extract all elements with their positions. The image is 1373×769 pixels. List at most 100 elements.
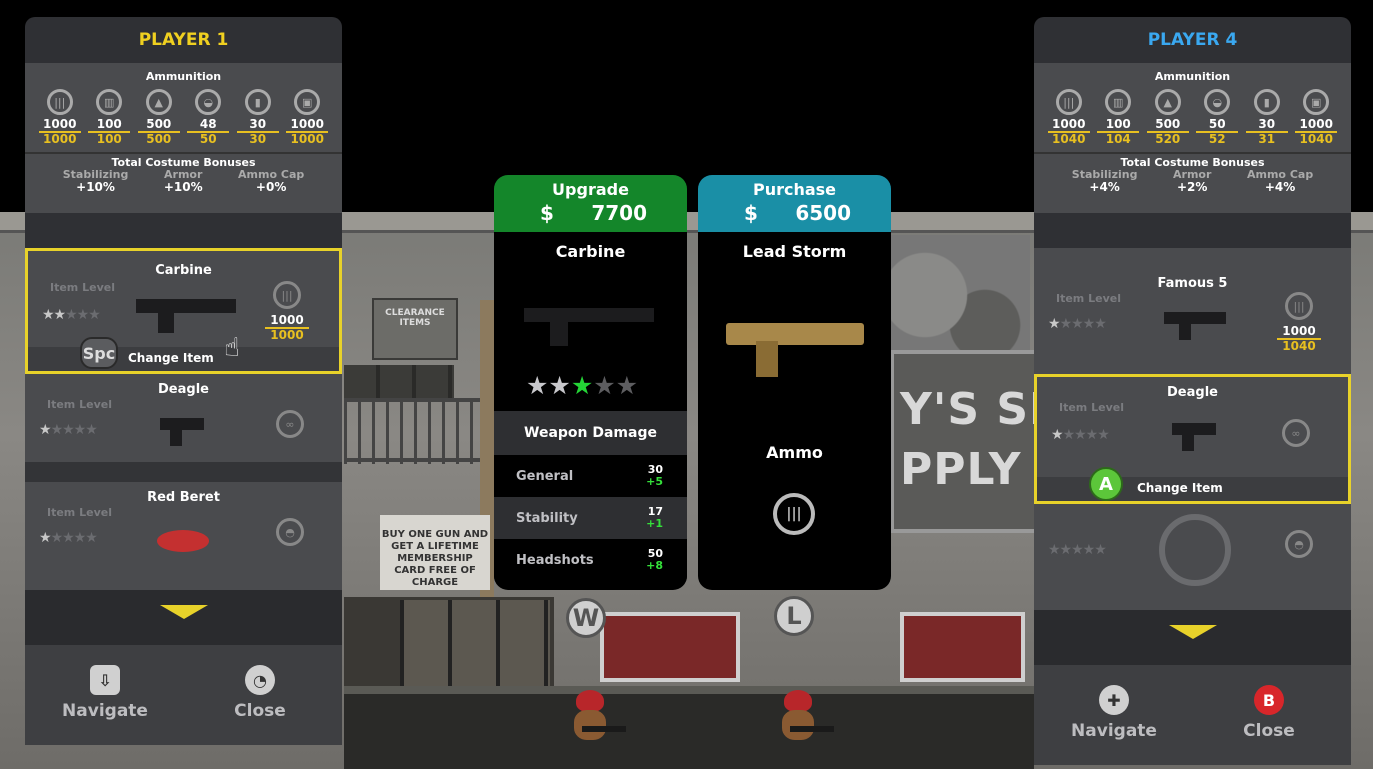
ammo-rocket: ◒ 48 50 [187, 89, 230, 146]
bullets-icon: ||| [1055, 89, 1082, 115]
item-name: Deagle [158, 382, 209, 397]
carbine-icon [524, 308, 654, 322]
item-ammo: ∞ [1274, 407, 1318, 451]
spacebar-key-icon[interactable]: Spc [80, 337, 118, 369]
purchase-price: $6500 [744, 201, 851, 225]
item-ammo: ◓ [1277, 524, 1321, 562]
ammo-flame: ▲ 500 520 [1146, 89, 1189, 146]
close-button[interactable]: B Close [1214, 685, 1324, 741]
close-button[interactable]: ◔ Close [205, 665, 315, 721]
store-sign: Y'S SP PPLY S [890, 350, 1070, 533]
upgrade-item-name: Carbine [555, 242, 626, 261]
bullets-icon: ||| [273, 281, 301, 309]
bullets-icon: ||| [773, 493, 815, 535]
slot-famous-5[interactable]: Famous 5 Item Level ★★★★★ ||| 1000 1040 [1034, 248, 1351, 374]
bonus-stabilizing: Stabilizing +10% [62, 168, 129, 194]
bonus-ammo-cap: Ammo Cap +4% [1247, 168, 1314, 194]
ammo-bullets: ||| 1000 1040 [1047, 89, 1090, 146]
item-level-label: Item Level [1059, 401, 1124, 414]
ammo-flame: ▲ 500 500 [137, 89, 180, 146]
infinity-icon: ∞ [1282, 419, 1310, 447]
item-ammo: ◓ [268, 512, 312, 550]
flame-icon: ▲ [1154, 89, 1181, 115]
slot-empty-costume[interactable]: ★★★★★ ◓ [1034, 504, 1351, 610]
beret-icon [784, 690, 812, 712]
stat-stability: Stability 17 +1 [494, 497, 687, 539]
bonus-ammo-cap: Ammo Cap +0% [238, 168, 305, 194]
hand-cursor-icon: ☝ [224, 333, 240, 363]
beret-icon [576, 690, 604, 712]
purchase-title: Purchase [752, 180, 837, 199]
ammunition-label: Ammunition [145, 70, 222, 83]
item-stars: ★★★★★ [39, 530, 98, 546]
player1-stats: Ammunition ||| 1000 1000 ▥ 100 100 ▲ 500 500 ◒… [25, 63, 342, 213]
promo-poster: BUY ONE GUN AND GET A LIFETIME MEMBERSHI… [380, 515, 490, 590]
upgrade-stars: ★★★★★ [526, 371, 639, 400]
bonus-armor: Armor +10% [163, 168, 203, 194]
helmet-placeholder-icon [1159, 514, 1231, 586]
slot-deagle[interactable]: Deagle Item Level ★★★★★ ∞ Change Item A [1034, 374, 1351, 504]
ammo-rocket: ◒ 50 52 [1196, 89, 1239, 146]
ammunition-label: Ammunition [1154, 70, 1231, 83]
slot-carbine[interactable]: Carbine Item Level ★★★★★ ||| 1000 1000 Cha… [25, 248, 342, 374]
slot-divider [25, 462, 342, 482]
display-table [344, 686, 1034, 694]
infinity-icon: ∞ [276, 410, 304, 438]
a-button-icon[interactable]: A [1089, 467, 1123, 501]
ammo-row: ||| 1000 1000 ▥ 100 100 ▲ 500 500 ◒ 48 50 ▮ 30 30 … [25, 89, 342, 146]
panel-divider [25, 213, 342, 248]
battery-icon: ▣ [294, 89, 321, 115]
change-item-bar[interactable]: Change Item [28, 347, 339, 371]
carbine-icon [136, 299, 236, 313]
item-level-label: Item Level [50, 281, 115, 294]
scroll-down-indicator[interactable] [1034, 610, 1351, 665]
balcony-railing [344, 398, 494, 464]
clearance-sign: CLEARANCE ITEMS [372, 298, 458, 360]
upgrade-title: Upgrade [552, 180, 629, 199]
bonus-stabilizing: Stabilizing +4% [1071, 168, 1138, 194]
change-item-label: Change Item [1137, 481, 1223, 495]
player4-panel: PLAYER 4 Ammunition ||| 1000 1040 ▥ 100 104 … [1034, 17, 1351, 767]
bullets-icon: ||| [1285, 292, 1313, 320]
beret-icon [157, 530, 209, 552]
purchase-item-name: Lead Storm [742, 242, 847, 261]
rocket-icon: ◒ [1204, 89, 1231, 115]
player1-footer: ⇩ Navigate ◔ Close [25, 645, 342, 745]
carbine-grip [158, 311, 174, 333]
purchase-card[interactable]: Purchase $6500 Lead Storm Ammo ||| [698, 175, 891, 590]
bonus-row: Stabilizing +4% Armor +2% Ammo Cap +4% [1034, 169, 1351, 194]
ammo-bullets: ||| 1000 1000 [38, 89, 81, 146]
gun-rack [900, 612, 1025, 682]
item-level-label: Item Level [1056, 292, 1121, 305]
stat-headshots: Headshots 50 +8 [494, 539, 687, 581]
pistol-icon [1172, 423, 1216, 435]
player-title-text: PLAYER 1 [138, 30, 229, 50]
item-stars: ★★★★★ [42, 307, 101, 323]
change-item-bar[interactable]: Change Item [1037, 477, 1348, 501]
smg-grip [1179, 322, 1191, 340]
station-w-badge: W [566, 598, 606, 638]
chevron-down-icon [1168, 625, 1217, 639]
pistol-icon [160, 418, 204, 430]
weapon-damage-label: Weapon Damage [494, 411, 687, 455]
gun-rack [600, 612, 740, 682]
slot-red-beret[interactable]: Red Beret Item Level ★★★★★ ◓ [25, 482, 342, 590]
navigate-button[interactable]: ⇩ Navigate [50, 665, 160, 721]
player1-soldier [568, 690, 626, 750]
upgrade-card[interactable]: Upgrade $7700 Carbine ★★★★★ Weapon Damag… [494, 175, 687, 590]
item-ammo: ∞ [268, 404, 312, 442]
helmet-icon: ◓ [1285, 530, 1313, 558]
navigate-key-icon: ⇩ [90, 665, 120, 695]
floor [344, 688, 1034, 769]
chevron-down-icon [159, 605, 208, 619]
rocket-icon: ◒ [195, 89, 222, 115]
player4-stats: Ammunition ||| 1000 1040 ▥ 100 104 ▲ 500 520 ◒… [1034, 63, 1351, 213]
slot-deagle[interactable]: Deagle Item Level ★★★★★ ∞ [25, 374, 342, 482]
navigate-button[interactable]: ✚ Navigate [1059, 685, 1169, 741]
item-name: Carbine [155, 263, 212, 278]
rifle-icon [582, 726, 626, 732]
crates [344, 365, 454, 398]
rifle-icon [790, 726, 834, 732]
scroll-down-indicator[interactable] [25, 590, 342, 645]
costume-bonus-label: Total Costume Bonuses [1034, 152, 1351, 169]
